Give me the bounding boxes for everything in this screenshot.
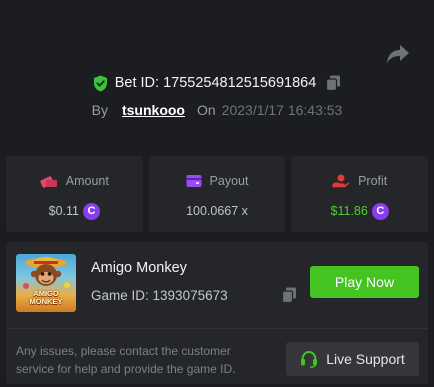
stat-profit: Profit $11.86 C (291, 156, 429, 232)
copy-icon[interactable] (281, 287, 297, 308)
amount-label: Amount (65, 174, 109, 188)
bet-id-value: 1755254812515691864 (163, 75, 317, 91)
live-support-label: Live Support (326, 351, 405, 367)
bet-timestamp: 2023/1/17 16:43:53 (221, 102, 343, 118)
game-card: AMIGO MONKEY Amigo Monkey Game ID: 13930… (6, 242, 428, 384)
divider (6, 328, 428, 329)
coin-icon: C (83, 202, 101, 220)
game-logo-text: AMIGO MONKEY (29, 289, 63, 306)
game-name: Amigo Monkey (91, 260, 187, 276)
profit-label: Profit (358, 174, 388, 188)
bet-id-line: Bet ID: 1755254812515691864 (0, 72, 434, 94)
bet-author-line: By tsunkooo On 2023/1/17 16:43:53 (0, 99, 434, 121)
amount-icon (40, 176, 57, 188)
headset-icon (301, 350, 318, 368)
game-thumbnail[interactable]: AMIGO MONKEY (16, 254, 76, 312)
amount-value: $0.11 (48, 204, 80, 218)
share-icon[interactable] (386, 43, 410, 65)
play-now-button[interactable]: Play Now (310, 266, 419, 298)
payout-label: Payout (209, 174, 249, 188)
support-notice: Any issues, please contact the customer … (16, 344, 236, 376)
by-label: By (91, 102, 108, 118)
game-id-value: 1393075673 (152, 288, 228, 303)
stat-payout: Payout 100.0667 x (148, 156, 286, 232)
profit-icon (332, 174, 350, 188)
copy-icon[interactable] (326, 75, 341, 91)
profit-value: $11.86 (330, 204, 368, 218)
on-label: On (196, 102, 216, 118)
username-link[interactable]: tsunkooo (122, 102, 185, 118)
live-support-button[interactable]: Live Support (286, 342, 419, 376)
bet-id-label: Bet ID: (114, 75, 160, 91)
game-id: Game ID: 1393075673 (91, 288, 228, 303)
wallet-icon (186, 175, 202, 187)
shield-check-icon (93, 75, 108, 92)
stat-amount: Amount $0.11 C (6, 156, 143, 232)
game-id-label: Game ID: (91, 288, 149, 303)
coin-icon: C (371, 202, 389, 220)
bet-stats: Amount $0.11 C Payout 100.0667 x Profit (6, 156, 429, 232)
payout-value: 100.0667 x (186, 204, 248, 218)
